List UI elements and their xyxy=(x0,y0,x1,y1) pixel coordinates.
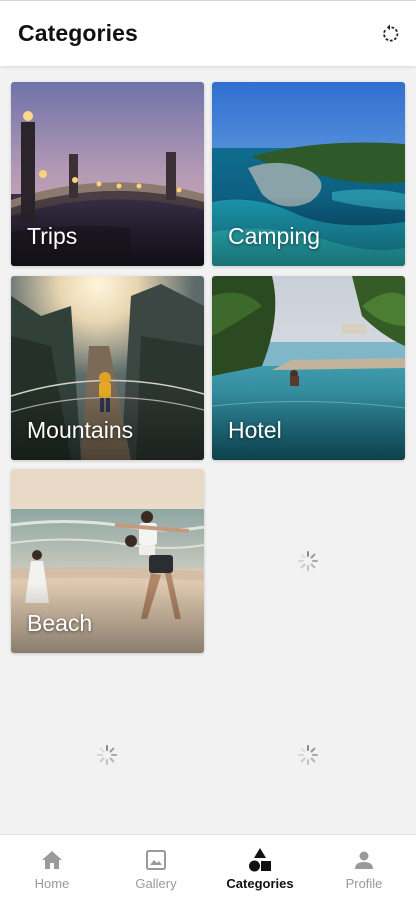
category-card-mountains[interactable]: Mountains xyxy=(11,276,204,460)
category-card-trips[interactable]: Trips xyxy=(11,82,204,266)
category-label-mountains: Mountains xyxy=(27,417,134,443)
person-icon xyxy=(351,847,377,873)
app-screen: Categories Trips Camping Mountains Hotel… xyxy=(0,0,416,900)
category-card-hotel[interactable]: Hotel xyxy=(212,276,405,460)
image-icon xyxy=(143,847,169,873)
category-card-beach[interactable]: Beach xyxy=(11,469,204,653)
nav-label-gallery: Gallery xyxy=(135,876,177,891)
refresh-icon[interactable] xyxy=(378,22,402,46)
category-label-hotel: Hotel xyxy=(228,417,282,443)
nav-label-profile: Profile xyxy=(345,876,383,891)
nav-item-gallery[interactable]: Gallery xyxy=(104,835,208,900)
page-title: Categories xyxy=(18,20,138,46)
loading-spinner-icon xyxy=(296,549,320,573)
nav-label-home: Home xyxy=(34,876,70,891)
nav-item-home[interactable]: Home xyxy=(0,835,104,900)
home-icon xyxy=(39,847,65,873)
app-header: Categories xyxy=(0,0,416,66)
nav-label-categories: Categories xyxy=(226,876,294,891)
category-card-camping[interactable]: Camping xyxy=(212,82,405,266)
bottom-nav: Home Gallery Categories Profile xyxy=(0,834,416,900)
category-label-trips: Trips xyxy=(27,223,78,249)
category-label-camping: Camping xyxy=(228,223,321,249)
category-label-beach: Beach xyxy=(27,610,93,636)
loading-spinner-icon xyxy=(296,743,320,767)
loading-spinner-icon xyxy=(95,743,119,767)
shapes-icon xyxy=(247,847,273,873)
nav-item-profile[interactable]: Profile xyxy=(312,835,416,900)
nav-item-categories[interactable]: Categories xyxy=(208,835,312,900)
